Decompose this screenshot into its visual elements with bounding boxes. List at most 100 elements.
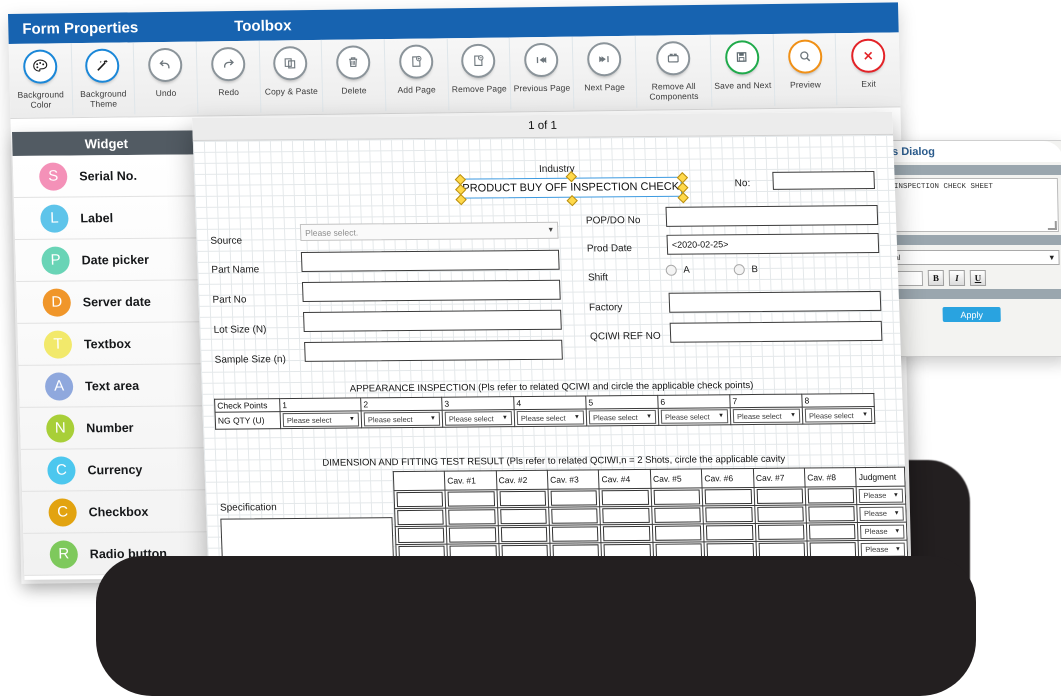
value-input[interactable]	[449, 527, 496, 542]
value-input[interactable]	[448, 491, 495, 506]
bold-button[interactable]: B	[928, 270, 944, 286]
tab-toolbox[interactable]: Toolbox	[220, 17, 306, 35]
ribbon-button-remove-all-components[interactable]: Remove All Components	[635, 35, 712, 108]
ribbon-button-save-and-next[interactable]: Save and Next	[711, 34, 775, 107]
prod-date-input[interactable]: <2020-02-25>	[666, 233, 879, 255]
value-input[interactable]	[653, 489, 700, 504]
value-input[interactable]	[808, 506, 855, 521]
value-input[interactable]	[448, 509, 495, 524]
ribbon-button-next-page[interactable]: Next Page	[573, 36, 637, 109]
value-input[interactable]	[551, 490, 598, 505]
radio-shift-b[interactable]	[734, 264, 745, 275]
ribbon-button-previous-page[interactable]: Previous Page	[510, 37, 574, 110]
value-input[interactable]	[499, 491, 546, 506]
part-no-input[interactable]	[302, 280, 561, 302]
value-input[interactable]	[603, 508, 650, 523]
value-input[interactable]	[602, 490, 649, 505]
ribbon-button-background-color[interactable]: Background Color	[9, 43, 73, 116]
value-input[interactable]	[397, 510, 444, 525]
part-name-label: Part Name	[211, 264, 259, 275]
widget-item-text-area[interactable]: A Text area	[19, 364, 208, 408]
underline-button[interactable]: U	[970, 270, 986, 286]
ribbon-button-add-page[interactable]: Add Page	[385, 38, 449, 111]
apply-button[interactable]: Apply	[943, 307, 1001, 322]
magic-wand-icon	[85, 49, 120, 83]
source-select[interactable]: Please select. ▼	[300, 222, 559, 241]
ribbon-button-background-theme[interactable]: Background Theme	[71, 42, 135, 115]
check-point-cell[interactable]: 7	[730, 394, 802, 408]
ribbon-button-preview[interactable]: Preview	[773, 33, 837, 106]
ng-qty-cell: Please select▼	[280, 411, 362, 429]
cavity-header: Cav. #6	[702, 468, 754, 487]
check-point-cell[interactable]: 4	[514, 396, 586, 410]
check-point-cell[interactable]: 2	[361, 397, 442, 411]
value-input[interactable]	[654, 507, 701, 522]
ng-qty-select[interactable]: Please select▼	[517, 410, 585, 425]
widget-item-date-picker[interactable]: P Date picker	[15, 238, 204, 282]
widget-item-serial-no[interactable]: S Serial No.	[13, 154, 202, 198]
value-input[interactable]	[398, 528, 445, 543]
cavity-header: Cav. #7	[753, 468, 805, 487]
check-point-cell[interactable]: 8	[802, 393, 874, 407]
check-point-cell[interactable]: 1	[280, 398, 361, 412]
tab-form-properties[interactable]: Form Properties	[8, 19, 152, 38]
shift-radio-group[interactable]: A B	[666, 264, 759, 276]
font-family-select[interactable]: Arial ▼	[881, 250, 1059, 265]
sample-size-input[interactable]	[304, 340, 563, 362]
value-input[interactable]	[603, 526, 650, 541]
ng-qty-select[interactable]: Please select▼	[445, 411, 513, 426]
ribbon-button-undo[interactable]: Undo	[134, 42, 198, 115]
check-point-cell[interactable]: 3	[442, 397, 514, 411]
ribbon-button-delete[interactable]: Delete	[322, 39, 386, 112]
value-input[interactable]	[706, 525, 753, 540]
ribbon-button-redo[interactable]: Redo	[197, 41, 261, 114]
ribbon-button-exit[interactable]: Exit	[836, 32, 900, 105]
ribbon-label: Save and Next	[714, 80, 771, 91]
value-input[interactable]	[809, 524, 856, 539]
judgment-select[interactable]: Please▼	[861, 542, 905, 556]
part-name-input[interactable]	[301, 250, 560, 272]
judgment-select[interactable]: Please▼	[859, 488, 903, 502]
value-input[interactable]	[757, 507, 804, 522]
ribbon-button-copy-paste[interactable]: Copy & Paste	[259, 40, 323, 113]
value-input[interactable]	[756, 489, 803, 504]
value-input[interactable]	[808, 488, 855, 503]
data-cell	[755, 523, 807, 541]
ng-qty-select[interactable]: Please select▼	[364, 412, 441, 427]
ribbon-label: Remove All Components	[636, 81, 711, 102]
ng-qty-select[interactable]: Please select▼	[733, 409, 801, 424]
check-point-cell[interactable]: 5	[586, 395, 658, 409]
value-input[interactable]	[705, 507, 752, 522]
pop-do-no-input[interactable]	[665, 205, 878, 227]
value-input[interactable]	[500, 509, 547, 524]
label-text-textarea[interactable]: F INSPECTION CHECK SHEET	[880, 178, 1059, 232]
judgment-select[interactable]: Please▼	[860, 524, 904, 538]
widget-item-currency[interactable]: C Currency	[21, 448, 210, 492]
ng-qty-select[interactable]: Please select▼	[661, 409, 729, 424]
widget-item-server-date[interactable]: D Server date	[16, 280, 205, 324]
value-input[interactable]	[500, 527, 547, 542]
value-input[interactable]	[655, 525, 702, 540]
lot-size-input[interactable]	[303, 310, 562, 332]
ng-qty-select[interactable]: Please select▼	[589, 410, 657, 425]
radio-shift-a[interactable]	[666, 265, 677, 276]
widget-item-textbox[interactable]: T Textbox	[17, 322, 206, 366]
no-input[interactable]	[772, 171, 875, 190]
widget-panel: Widget S Serial No. L Label P Date picke…	[12, 130, 213, 579]
widget-item-label[interactable]: L Label	[14, 196, 203, 240]
factory-input[interactable]	[669, 291, 882, 313]
check-point-cell[interactable]: 6	[658, 395, 730, 409]
ng-qty-select[interactable]: Please select▼	[283, 412, 360, 427]
qciwi-ref-no-input[interactable]	[670, 321, 883, 343]
ng-qty-select[interactable]: Please select▼	[805, 408, 873, 423]
value-input[interactable]	[705, 489, 752, 504]
judgment-select[interactable]: Please▼	[860, 506, 904, 520]
value-input[interactable]	[397, 492, 444, 507]
ribbon-button-remove-page[interactable]: Remove Page	[447, 37, 511, 110]
value-input[interactable]	[551, 508, 598, 523]
widget-item-number[interactable]: N Number	[20, 406, 209, 450]
value-input[interactable]	[552, 526, 599, 541]
widget-item-checkbox[interactable]: C Checkbox	[22, 490, 211, 534]
value-input[interactable]	[758, 525, 805, 540]
italic-button[interactable]: I	[949, 270, 965, 286]
